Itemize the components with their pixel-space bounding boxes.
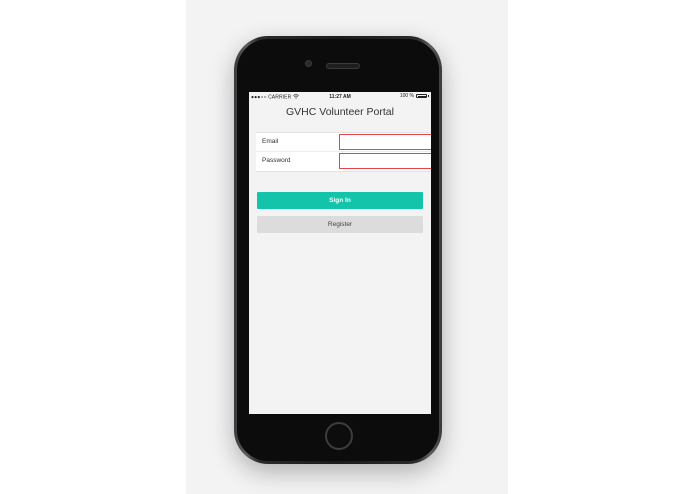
email-row: Email [256,133,431,152]
sign-in-button[interactable]: Sign In [257,192,423,209]
status-bar: ●●●○○ CARRIER 11:27 AM 100 % [249,92,431,101]
password-label: Password [262,157,291,164]
email-label: Email [262,138,279,145]
battery-percent: 100 % [399,93,414,99]
password-row: Password [256,152,431,171]
password-field[interactable] [339,153,431,169]
email-field[interactable] [339,134,431,150]
register-button[interactable]: Register [257,216,423,233]
battery-icon [416,94,427,98]
home-button[interactable] [325,422,353,450]
phone-screen: ●●●○○ CARRIER 11:27 AM 100 % GVHC Volunt… [249,92,431,414]
battery-tip [428,95,429,97]
page-title: GVHC Volunteer Portal [286,106,394,118]
login-form: Email Password [256,132,431,172]
earpiece-speaker [326,63,360,69]
front-camera [305,60,312,67]
status-battery: 100 % [400,93,429,99]
